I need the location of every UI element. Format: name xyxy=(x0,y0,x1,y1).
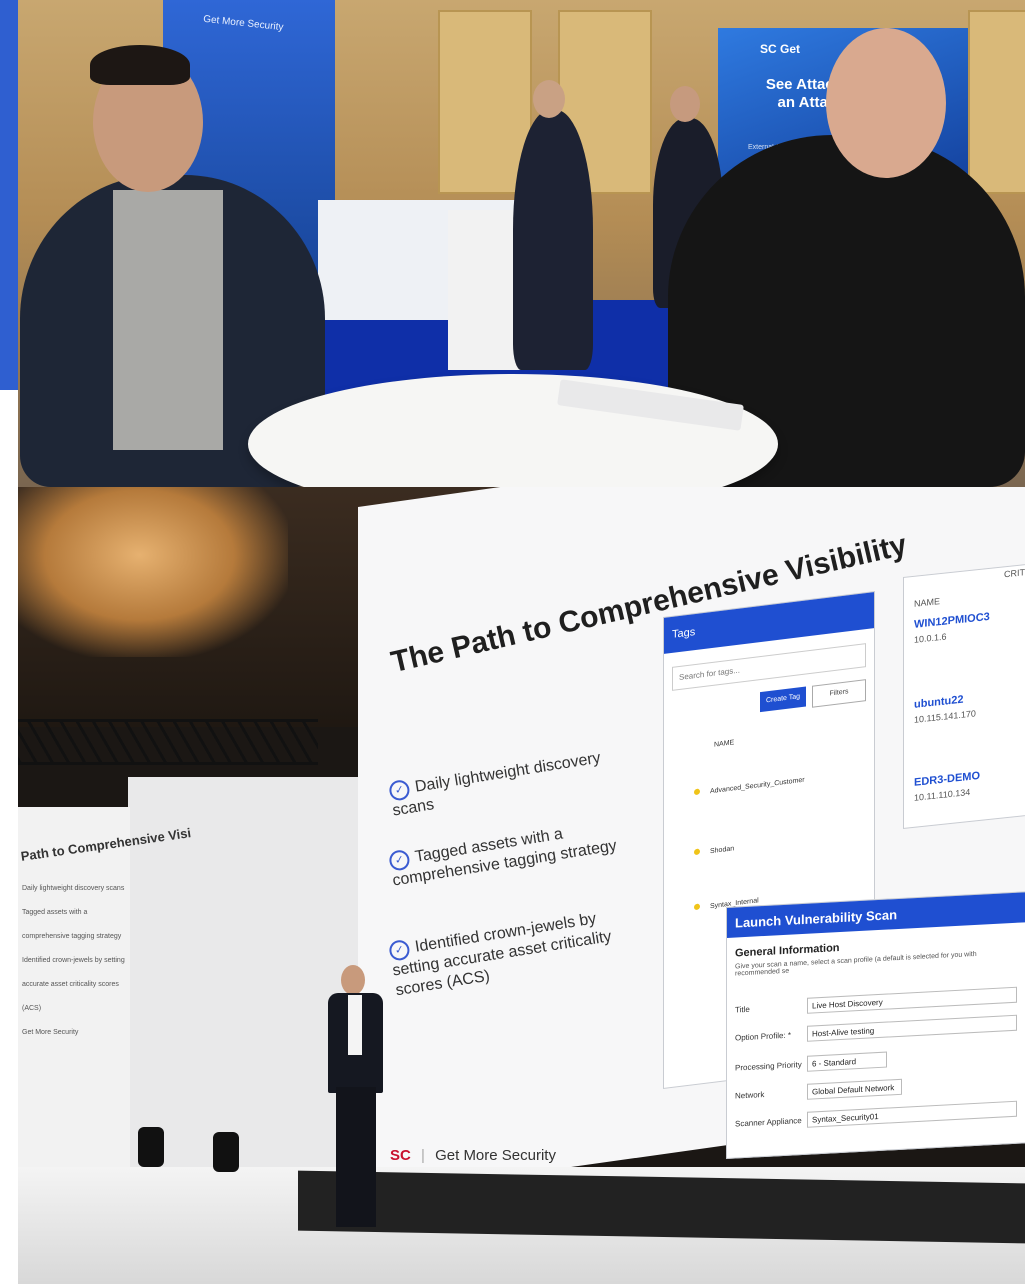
stage-light xyxy=(213,1132,239,1172)
speaker-legs xyxy=(336,1087,376,1227)
tag-dot-icon xyxy=(694,848,700,856)
field-label: Processing Priority xyxy=(735,1060,802,1073)
field-label: Network xyxy=(735,1089,765,1101)
asset-ip: 10.115.141.170 xyxy=(914,708,976,725)
field-label: Option Profile: * xyxy=(735,1030,792,1043)
launch-scan-panel: Launch Vulnerability Scan General Inform… xyxy=(726,891,1025,1159)
stage-light xyxy=(138,1127,164,1167)
filters-button[interactable]: Filters xyxy=(812,679,866,708)
asset-ip: 10.11.110.134 xyxy=(914,786,971,803)
tags-column-name: NAME xyxy=(714,739,735,749)
check-icon: ✓ xyxy=(388,848,411,872)
network-select[interactable]: Global Default Network xyxy=(807,1078,902,1100)
interviewee-left-sweater xyxy=(113,190,223,450)
side-screen: Path to Comprehensive Visi Daily lightwe… xyxy=(18,807,192,1167)
side-screen-line: Tagged assets with a comprehensive taggi… xyxy=(22,909,122,940)
footer-tagline: Get More Security xyxy=(435,1147,556,1164)
asset-name[interactable]: WIN12PMIOC3 xyxy=(914,611,990,631)
booth-logo: SC Get xyxy=(760,42,801,56)
wall-panel xyxy=(968,10,1025,194)
slide-footer-logo: SC | Get More Security xyxy=(390,1147,556,1164)
attendee-head xyxy=(670,86,700,122)
stage-edge xyxy=(298,1170,1025,1244)
banner-left-text: Get More Security xyxy=(202,13,284,34)
tag-row-label: Shodan xyxy=(710,845,735,856)
assets-panel: NAME CRIT WIN12PMIOC3 10.0.1.6 ubuntu22 … xyxy=(903,562,1025,829)
side-screen-line: Get More Security xyxy=(22,1029,79,1036)
brand-logo: SC xyxy=(390,1147,411,1164)
title-input[interactable]: Live Host Discovery xyxy=(807,986,1017,1014)
tag-row[interactable]: Advanced_Security_Customer xyxy=(694,776,805,798)
interview-photo: Get More Security SC Get See Attack S an… xyxy=(18,0,1025,487)
tag-dot-icon xyxy=(694,903,700,911)
attendee xyxy=(513,110,593,370)
side-screen-lines: Daily lightweight discovery scans Tagged… xyxy=(22,877,130,1045)
accent-bar xyxy=(0,0,18,390)
check-icon: ✓ xyxy=(388,938,411,962)
lighting-truss xyxy=(18,719,318,765)
tag-row-label: Advanced_Security_Customer xyxy=(710,776,805,796)
create-tag-button[interactable]: Create Tag xyxy=(760,686,806,713)
asset-ip: 10.0.1.6 xyxy=(914,631,947,645)
side-screen-line: Identified crown-jewels by setting accur… xyxy=(22,957,125,1012)
check-icon: ✓ xyxy=(388,778,411,802)
interviewee-left-hair xyxy=(90,45,190,85)
scanner-appliance-input[interactable]: Syntax_Security01 xyxy=(807,1100,1017,1128)
field-label: Scanner Appliance xyxy=(735,1116,802,1129)
attendee-head xyxy=(533,80,565,118)
assets-column-name: NAME xyxy=(914,596,941,609)
chandelier xyxy=(18,487,288,657)
priority-select[interactable]: 6 - Standard xyxy=(807,1051,887,1072)
speaker-shirt xyxy=(348,995,362,1055)
keynote-photo: Path to Comprehensive Visi Daily lightwe… xyxy=(18,487,1025,1284)
side-screen-line: Daily lightweight discovery scans xyxy=(22,885,125,892)
asset-name[interactable]: ubuntu22 xyxy=(914,694,964,711)
option-profile-input[interactable]: Host-Alive testing xyxy=(807,1014,1017,1042)
speaker-head xyxy=(341,965,365,995)
interviewee-right-head xyxy=(826,28,946,178)
assets-column-crit: CRIT xyxy=(1004,567,1025,580)
tag-dot-icon xyxy=(694,788,700,796)
field-label: Title xyxy=(735,1004,750,1015)
tag-row[interactable]: Shodan xyxy=(694,844,734,857)
